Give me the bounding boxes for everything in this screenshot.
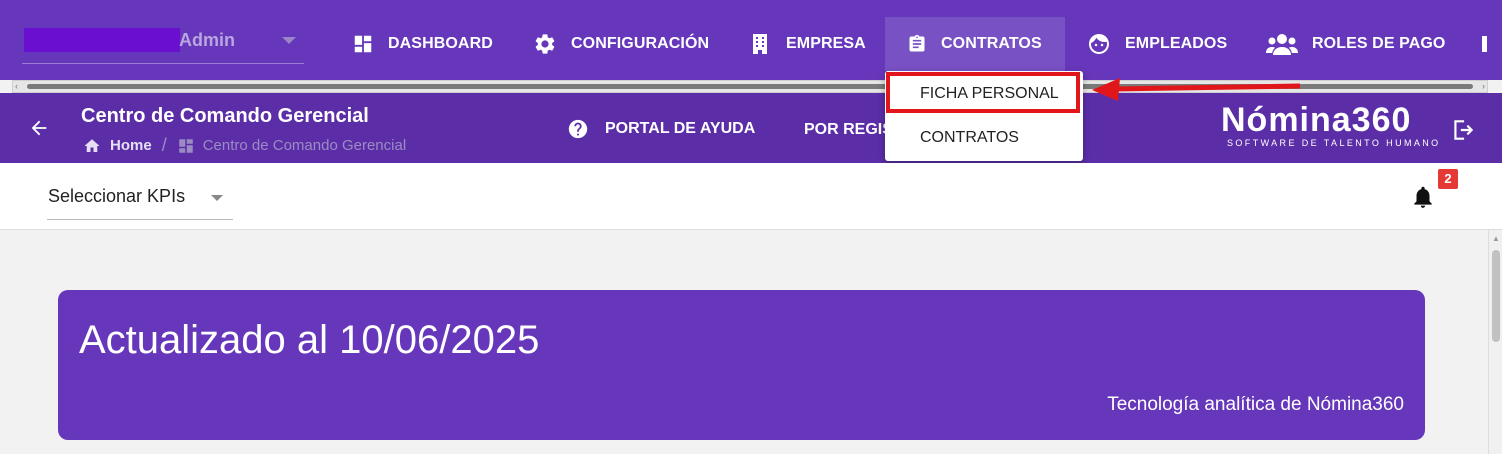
top-navigation-bar: Admin DASHBOARD CONFIGURACIÓN EMPRESA CO… [0, 0, 1502, 80]
chevron-down-icon[interactable] [282, 37, 296, 44]
notification-badge: 2 [1438, 169, 1458, 189]
bell-icon[interactable] [1410, 183, 1436, 211]
update-banner: Actualizado al 10/06/2025 Tecnología ana… [58, 290, 1425, 440]
nav-empresa-label: EMPRESA [786, 35, 866, 52]
dashboard-icon [354, 35, 372, 53]
face-icon [1089, 34, 1109, 54]
home-icon[interactable] [82, 137, 102, 155]
breadcrumb: Home / Centro de Comando Gerencial [82, 135, 406, 156]
building-icon [753, 34, 767, 54]
dashboard-icon [178, 138, 193, 153]
redacted-username [24, 28, 180, 52]
nav-roles-de-pago[interactable]: ROLES DE PAGO [1266, 17, 1445, 71]
nav-empleados-label: EMPLEADOS [1125, 35, 1228, 52]
page-title: Centro de Comando Gerencial [81, 105, 369, 127]
gear-icon [535, 34, 555, 54]
nav-overflow-item[interactable] [1482, 36, 1487, 52]
kpi-select-label: Seleccionar KPIs [48, 186, 186, 206]
por-registrar-link[interactable]: POR REGISTRAR [804, 121, 886, 139]
kpi-select[interactable]: Seleccionar KPIs [47, 185, 233, 220]
brand-name: Nómina360 [1221, 101, 1412, 139]
user-selector[interactable]: Admin [22, 26, 304, 64]
people-icon [1266, 34, 1298, 55]
nav-empresa[interactable]: EMPRESA [748, 17, 866, 71]
nav-roles-de-pago-label: ROLES DE PAGO [1312, 35, 1446, 52]
user-role-label: Admin [179, 30, 235, 50]
banner-subtitle: Tecnología analítica de Nómina360 [1107, 394, 1404, 415]
annotation-highlight-box [886, 72, 1080, 113]
help-icon [568, 119, 588, 139]
banner-title: Actualizado al 10/06/2025 [79, 318, 540, 362]
breadcrumb-home[interactable]: Home [110, 137, 152, 154]
scroll-right-icon[interactable]: › [1482, 81, 1485, 91]
brand-tagline: SOFTWARE DE TALENTO HUMANO [1227, 138, 1441, 148]
vertical-scrollbar-thumb[interactable] [1492, 250, 1500, 342]
clipboard-icon [909, 34, 925, 52]
breadcrumb-current: Centro de Comando Gerencial [202, 137, 407, 154]
nav-dashboard[interactable]: DASHBOARD [352, 17, 493, 71]
chevron-down-icon[interactable] [211, 195, 223, 201]
nav-empleados[interactable]: EMPLEADOS [1087, 17, 1227, 71]
annotation-arrow-icon [1092, 78, 1301, 101]
nav-contratos[interactable]: CONTRATOS [885, 17, 1065, 71]
help-portal-link[interactable]: PORTAL DE AYUDA [567, 118, 755, 140]
page-header-bar: Centro de Comando Gerencial Home / Centr… [0, 93, 1502, 163]
brand-logo: Nómina360 SOFTWARE DE TALENTO HUMANO [1221, 101, 1441, 148]
kpi-toolbar: Seleccionar KPIs [0, 163, 1502, 230]
nav-configuracion-label: CONFIGURACIÓN [571, 35, 710, 52]
nav-configuracion[interactable]: CONFIGURACIÓN [533, 17, 709, 71]
logout-icon[interactable] [1450, 117, 1476, 143]
vertical-scrollbar[interactable]: ▲ [1488, 230, 1502, 454]
breadcrumb-separator: / [161, 135, 167, 155]
scroll-up-icon[interactable]: ▲ [1492, 234, 1500, 243]
nav-contratos-label: CONTRATOS [941, 35, 1042, 52]
help-portal-label: PORTAL DE AYUDA [605, 120, 756, 137]
nav-dashboard-label: DASHBOARD [388, 35, 493, 52]
scroll-left-icon[interactable]: ‹ [15, 81, 18, 91]
back-arrow-icon[interactable] [28, 117, 50, 139]
menu-item-contratos[interactable]: CONTRATOS [920, 129, 1019, 147]
